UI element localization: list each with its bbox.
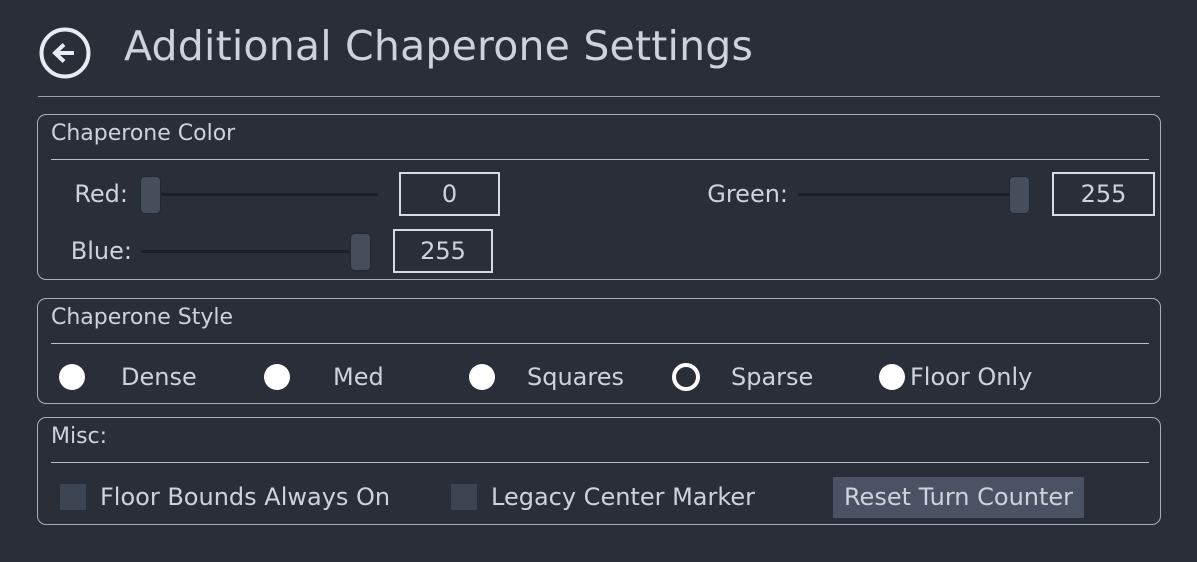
chaperone-style-group: Chaperone Style Dense Med Squares Sparse… — [37, 298, 1161, 404]
reset-turn-counter-button[interactable]: Reset Turn Counter — [833, 477, 1084, 518]
red-slider-label: Red: — [74, 180, 128, 208]
radio-option-floor-only[interactable]: Floor Only — [879, 352, 1032, 402]
misc-group: Misc: Floor Bounds Always On Legacy Cent… — [37, 417, 1161, 525]
radio-label-floor-only: Floor Only — [910, 363, 1033, 391]
green-slider-row: Green: 255 — [696, 172, 1155, 216]
green-slider-label: Green: — [707, 180, 788, 208]
header-divider — [38, 96, 1160, 97]
radio-label-dense: Dense — [121, 363, 197, 391]
green-value-field[interactable]: 255 — [1052, 172, 1155, 216]
back-button[interactable] — [38, 26, 92, 80]
radio-label-squares: Squares — [527, 363, 624, 391]
page-title: Additional Chaperone Settings — [124, 22, 754, 70]
radio-label-med: Med — [333, 363, 384, 391]
checkbox-floor-bounds-always-on[interactable]: Floor Bounds Always On — [60, 471, 390, 523]
red-slider-handle[interactable] — [140, 176, 161, 214]
radio-dot-icon — [264, 364, 290, 390]
blue-slider-row: Blue: 255 — [62, 229, 493, 273]
blue-slider-handle[interactable] — [350, 233, 371, 271]
chaperone-color-group-title: Chaperone Color — [51, 121, 236, 146]
group-divider — [51, 343, 1149, 344]
radio-dot-selected-icon — [672, 363, 700, 391]
blue-value-field[interactable]: 255 — [393, 229, 493, 273]
radio-option-squares[interactable]: Squares — [469, 352, 624, 402]
red-value-field[interactable]: 0 — [399, 172, 500, 216]
group-divider — [51, 159, 1149, 160]
radio-label-sparse: Sparse — [731, 363, 814, 391]
red-slider-row: Red: 0 — [62, 172, 500, 216]
blue-slider[interactable] — [141, 229, 371, 273]
red-slider-track — [140, 193, 378, 196]
radio-option-sparse[interactable]: Sparse — [672, 352, 813, 402]
red-slider[interactable] — [140, 172, 378, 216]
misc-controls-row: Floor Bounds Always On Legacy Center Mar… — [38, 471, 1160, 523]
chaperone-style-group-title: Chaperone Style — [51, 305, 234, 330]
blue-slider-label: Blue: — [70, 237, 132, 265]
radio-option-med[interactable]: Med — [264, 352, 384, 402]
green-slider-track — [798, 193, 1030, 196]
blue-slider-track — [141, 250, 371, 253]
page-header: Additional Chaperone Settings — [0, 0, 1197, 98]
checkbox-icon — [451, 484, 477, 510]
checkbox-label-legacy-center-marker: Legacy Center Marker — [491, 483, 756, 511]
checkbox-legacy-center-marker[interactable]: Legacy Center Marker — [451, 471, 755, 523]
checkbox-label-floor-bounds-always-on: Floor Bounds Always On — [100, 483, 391, 511]
misc-group-title: Misc: — [51, 424, 108, 449]
group-divider — [51, 462, 1149, 463]
radio-dot-icon — [879, 364, 905, 390]
green-slider-handle[interactable] — [1009, 176, 1030, 214]
checkbox-icon — [60, 484, 86, 510]
chaperone-style-radio-row: Dense Med Squares Sparse Floor Only — [38, 352, 1160, 402]
radio-dot-icon — [469, 364, 495, 390]
radio-dot-icon — [59, 364, 85, 390]
green-slider[interactable] — [798, 172, 1030, 216]
arrow-left-circle-icon — [38, 26, 92, 80]
radio-option-dense[interactable]: Dense — [59, 352, 197, 402]
